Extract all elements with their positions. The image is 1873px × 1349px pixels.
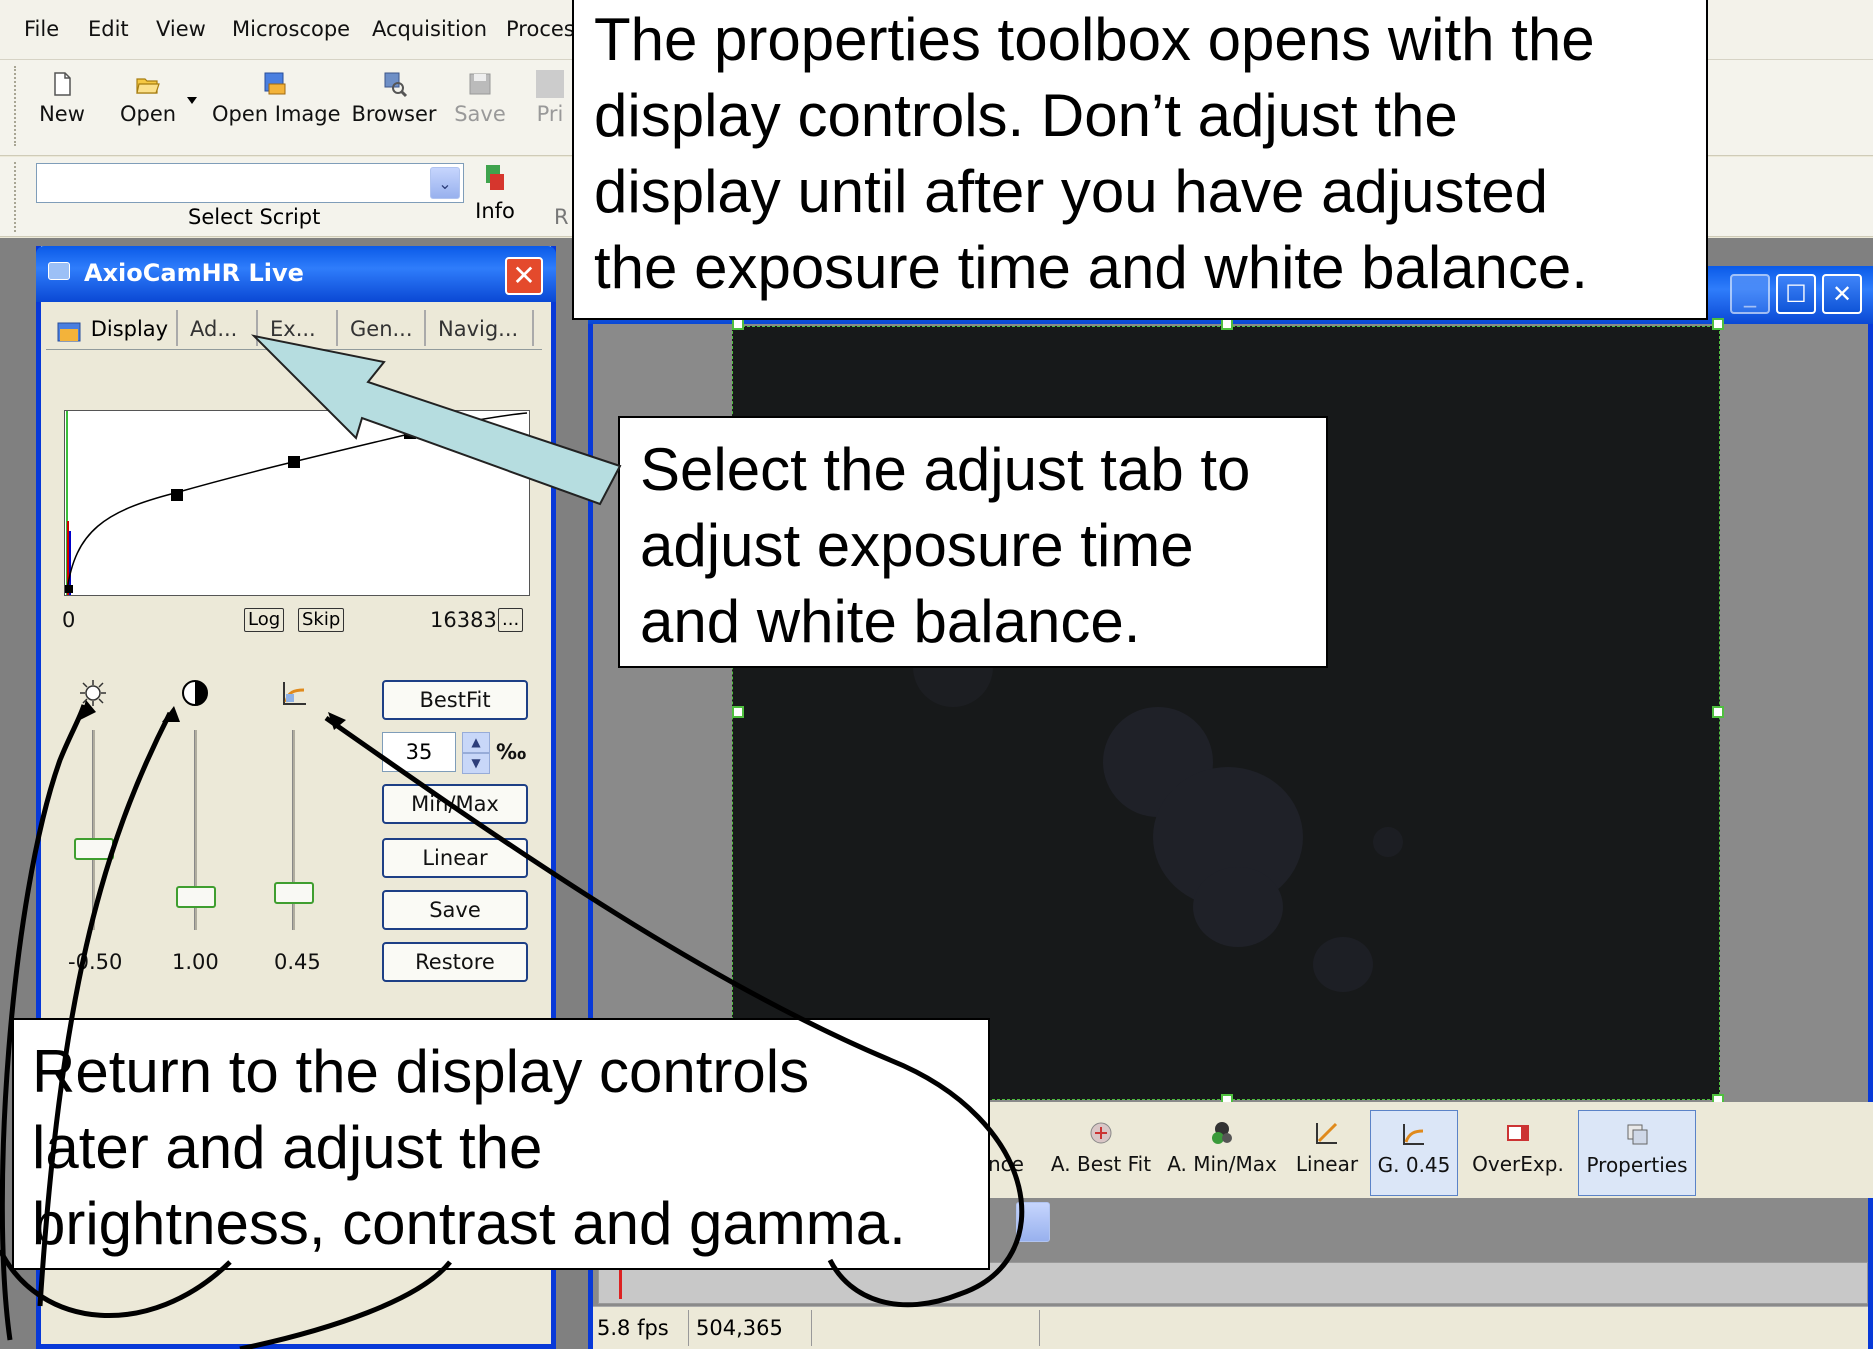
arrowheads: [80, 700, 346, 730]
display-controls-curves: [0, 704, 1025, 1349]
adjust-tab-arrow: [250, 334, 622, 506]
annotation-overlay: [0, 334, 1025, 1349]
